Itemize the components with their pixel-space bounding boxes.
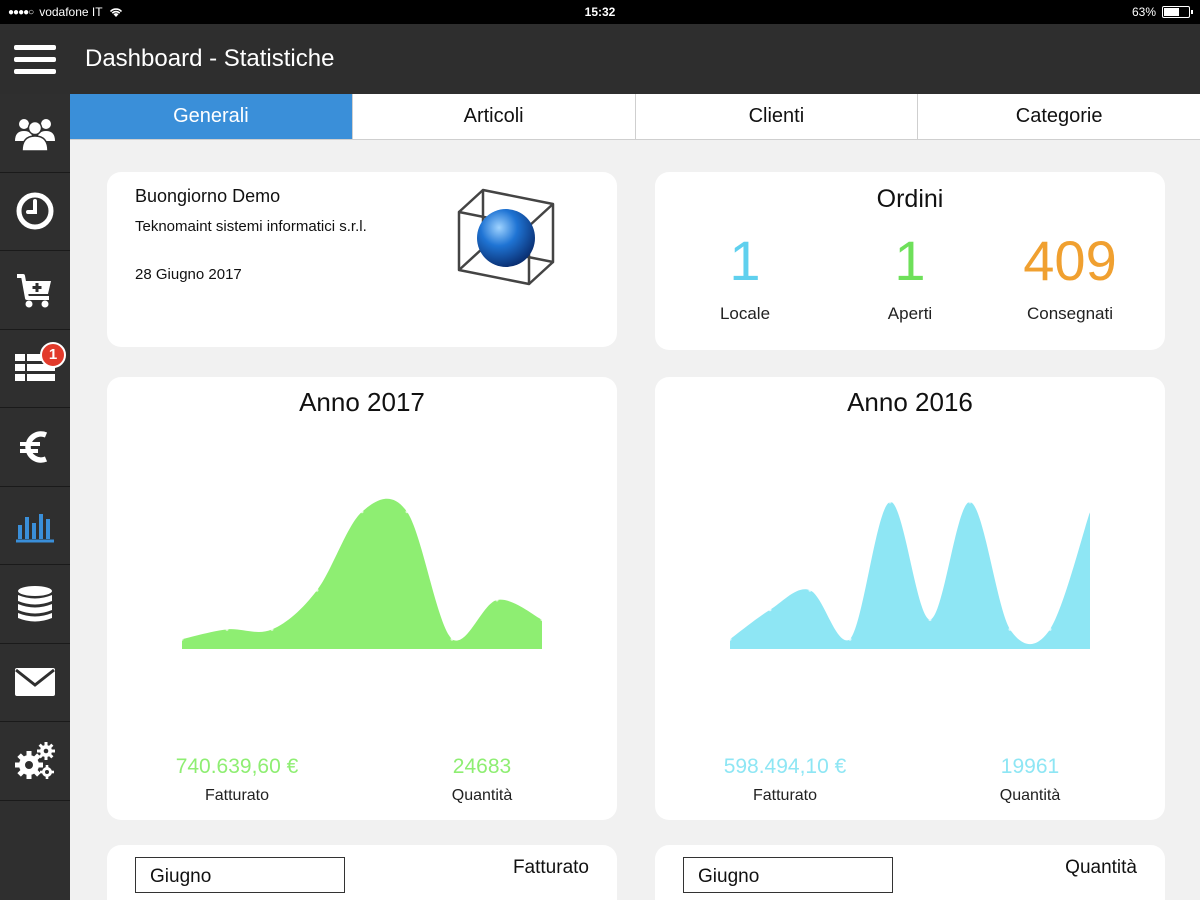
year-2017-quantity-value: 24683 bbox=[452, 755, 512, 778]
orders-delivered-count: 409 bbox=[1023, 229, 1117, 292]
year-2016-data-point bbox=[1008, 627, 1012, 631]
year-2017-revenue: 740.639,60 € Fatturato bbox=[137, 755, 337, 805]
orders-local-label: Locale bbox=[719, 304, 771, 323]
menu-button[interactable] bbox=[0, 24, 70, 94]
orders-delivered-label: Consegnati bbox=[1026, 304, 1113, 323]
quantity-month-label: Quantità bbox=[1065, 857, 1137, 878]
year-2016-data-point bbox=[928, 618, 932, 622]
year-2016-data-point bbox=[808, 588, 812, 592]
year-2016-quantity-value: 19961 bbox=[1000, 755, 1060, 778]
company-logo bbox=[457, 188, 555, 286]
gears-icon bbox=[15, 741, 55, 779]
battery-percent: 63% bbox=[1131, 5, 1156, 19]
orders-local-count: 1 bbox=[729, 229, 761, 292]
year-2017-data-point bbox=[540, 618, 544, 622]
year-2016-area-series bbox=[730, 501, 1090, 649]
users-icon bbox=[15, 118, 55, 152]
sidebar-item-users[interactable] bbox=[0, 94, 70, 173]
euro-icon bbox=[20, 431, 48, 463]
year-2016-data-point bbox=[888, 500, 892, 504]
battery-icon bbox=[1162, 6, 1193, 18]
year-2017-area-series bbox=[182, 498, 542, 649]
tab-categorie[interactable]: Categorie bbox=[918, 94, 1200, 139]
tab-bar: Generali Articoli Clienti Categorie bbox=[70, 94, 1200, 140]
orders-title: Ordini bbox=[876, 185, 944, 213]
year-2016-data-point bbox=[728, 637, 732, 641]
company-name: Teknomaint sistemi informatici s.r.l. bbox=[135, 218, 367, 235]
greeting-card: Buongiorno Demo Teknomaint sistemi infor… bbox=[107, 172, 617, 347]
year-2017-data-point bbox=[495, 598, 499, 602]
year-2017-data-point bbox=[360, 510, 364, 514]
quantity-month-select[interactable]: Giugno bbox=[683, 857, 893, 893]
tab-generali[interactable]: Generali bbox=[70, 94, 353, 139]
year-2016-revenue-label: Fatturato bbox=[752, 787, 818, 804]
year-2016-quantity-label: Quantità bbox=[999, 787, 1061, 804]
sidebar-item-payments[interactable] bbox=[0, 408, 70, 487]
orders-local[interactable]: 1 Locale bbox=[660, 228, 830, 324]
year-2016-data-point bbox=[768, 608, 772, 612]
signal-icon: ●●●●○ bbox=[8, 6, 34, 18]
sidebar-item-settings[interactable] bbox=[0, 722, 70, 801]
revenue-month-label: Fatturato bbox=[512, 857, 589, 878]
year-2017-data-point bbox=[450, 637, 454, 641]
sidebar-item-statistics[interactable] bbox=[0, 487, 70, 565]
year-2016-revenue: 598.494,10 € Fatturato bbox=[685, 755, 885, 805]
sidebar-item-new-order[interactable] bbox=[0, 251, 70, 330]
cart-add-icon bbox=[17, 273, 51, 308]
revenue-month-card: Giugno Fatturato bbox=[107, 845, 617, 900]
year-2017-revenue-value: 740.639,60 € bbox=[175, 755, 299, 778]
tab-clienti[interactable]: Clienti bbox=[635, 94, 919, 139]
page-title: Dashboard - Statistiche bbox=[85, 45, 335, 72]
tab-articoli[interactable]: Articoli bbox=[352, 94, 636, 139]
year-2017-data-point bbox=[315, 588, 319, 592]
database-icon bbox=[18, 585, 52, 622]
year-2016-data-point bbox=[1048, 627, 1052, 631]
revenue-month-select[interactable]: Giugno bbox=[135, 857, 345, 893]
app-header: Dashboard - Statistiche bbox=[0, 24, 1200, 94]
year-2017-data-point bbox=[180, 637, 184, 641]
wifi-icon bbox=[109, 7, 122, 17]
sidebar-item-history[interactable] bbox=[0, 173, 70, 251]
sidebar: 1 bbox=[0, 94, 70, 900]
year-2016-revenue-value: 598.494,10 € bbox=[723, 755, 847, 778]
current-date: 28 Giugno 2017 bbox=[135, 266, 242, 283]
orders-open-label: Aperti bbox=[887, 304, 933, 323]
orders-delivered[interactable]: 409 Consegnati bbox=[985, 228, 1155, 324]
year-2017-quantity: 24683 Quantità bbox=[382, 755, 582, 805]
clock: 15:32 bbox=[584, 5, 616, 19]
year-2016-card: Anno 2016 598.494,10 € Fatturato 19961 Q… bbox=[655, 377, 1165, 820]
orders-open-count: 1 bbox=[894, 229, 926, 292]
sidebar-item-database[interactable] bbox=[0, 565, 70, 644]
notification-badge: 1 bbox=[40, 341, 66, 368]
year-2016-data-point bbox=[968, 500, 972, 504]
year-2017-card: Anno 2017 740.639,60 € Fatturato 24683 Q… bbox=[107, 377, 617, 820]
year-2017-revenue-label: Fatturato bbox=[204, 787, 270, 804]
sidebar-item-messages[interactable] bbox=[0, 644, 70, 722]
year-2017-data-point bbox=[225, 627, 229, 631]
year-2017-chart bbox=[180, 498, 544, 649]
year-2016-data-point bbox=[1088, 510, 1092, 514]
sidebar-item-list[interactable]: 1 bbox=[0, 330, 70, 408]
year-2017-quantity-label: Quantità bbox=[451, 787, 513, 804]
orders-card: Ordini 1 Locale 1 Aperti 409 Consegnati bbox=[655, 172, 1165, 350]
mail-icon bbox=[15, 668, 55, 697]
year-2016-data-point bbox=[848, 637, 852, 641]
bar-chart-icon bbox=[16, 514, 54, 543]
year-2017-data-point bbox=[405, 510, 409, 514]
orders-open[interactable]: 1 Aperti bbox=[825, 228, 995, 324]
quantity-month-card: Giugno Quantità bbox=[655, 845, 1165, 900]
clock-icon bbox=[16, 192, 54, 230]
year-2017-data-point bbox=[270, 627, 274, 631]
status-bar: ●●●●○ vodafone IT 15:32 63% bbox=[0, 0, 1200, 24]
carrier: vodafone IT bbox=[39, 5, 103, 19]
greeting-text: Buongiorno Demo bbox=[135, 186, 281, 206]
year-2016-quantity: 19961 Quantità bbox=[930, 755, 1130, 805]
year-2016-chart bbox=[728, 500, 1092, 649]
